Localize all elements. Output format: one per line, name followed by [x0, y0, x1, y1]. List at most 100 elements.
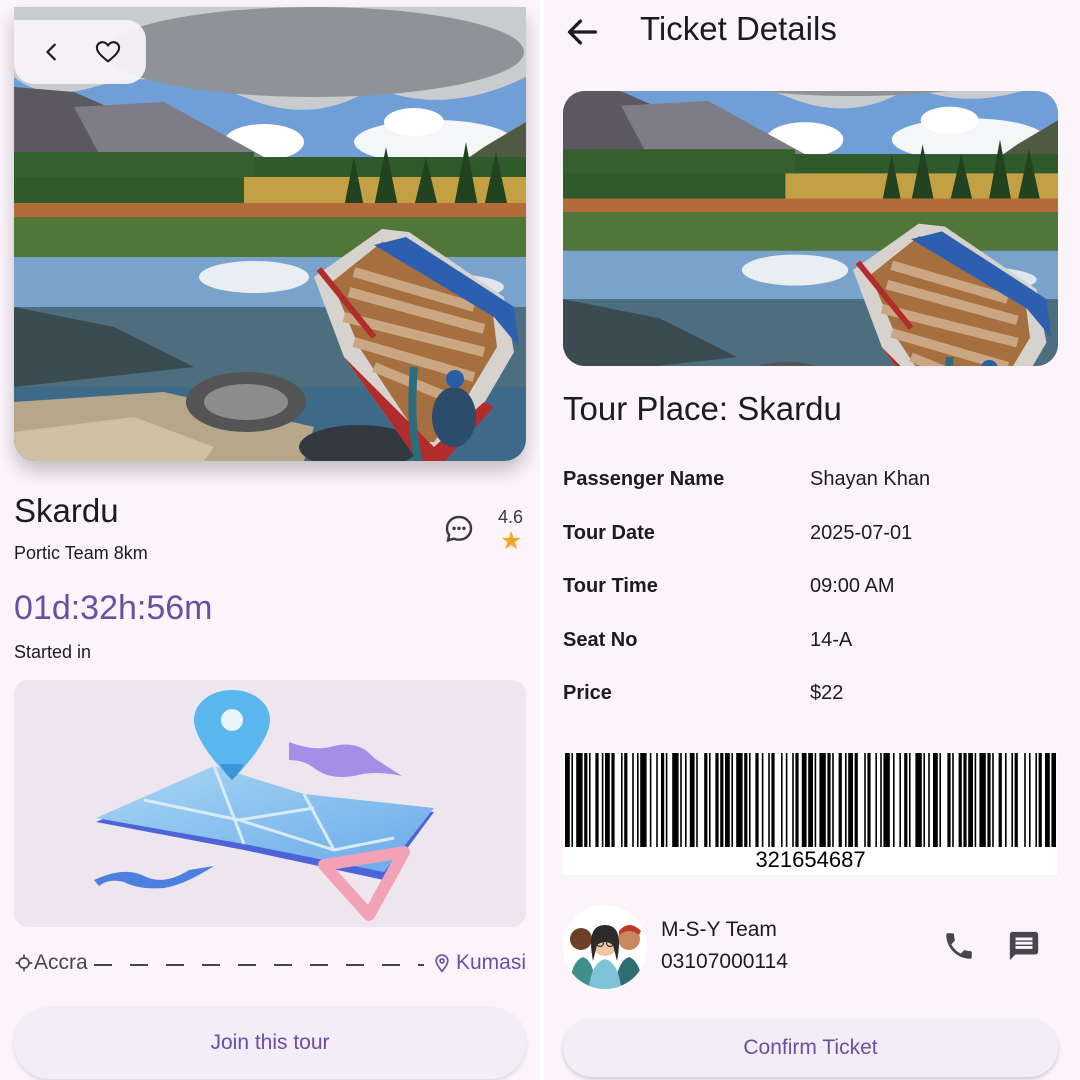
lake-boat-photo: [563, 91, 1058, 366]
barcode-bar: [696, 753, 698, 847]
detail-value: Shayan Khan: [810, 468, 931, 490]
route-origin: Accra: [14, 951, 88, 975]
route-destination: Kumasi: [432, 951, 526, 975]
join-tour-button[interactable]: Join this tour: [14, 1007, 526, 1079]
favorite-button[interactable]: [88, 32, 128, 72]
barcode-bar: [968, 753, 973, 847]
barcode-bar: [899, 753, 901, 847]
barcode-bar: [801, 753, 807, 847]
started-label: Started in: [14, 642, 92, 662]
barcode-bar: [601, 753, 604, 847]
barcode-bar: [731, 753, 733, 847]
tour-subtitle: Portic Team 8km: [14, 543, 148, 563]
barcode-bar: [576, 753, 583, 847]
barcode-bar: [998, 753, 1002, 847]
message-button[interactable]: [1007, 929, 1041, 963]
rating-value: 4.6: [498, 507, 524, 527]
barcode-bar: [785, 753, 788, 847]
detail-label: Price: [563, 682, 612, 704]
barcode-bar: [744, 753, 748, 847]
ticket-image: [563, 91, 1058, 366]
barcode-bar: [768, 753, 770, 847]
barcode-bar: [893, 753, 895, 847]
barcode-bar: [611, 753, 615, 847]
detail-label: Tour Time: [563, 575, 658, 597]
barcode-bar: [819, 753, 826, 847]
barcode-bar: [672, 753, 679, 847]
barcode-bar: [565, 753, 570, 847]
barcode-bar: [880, 753, 882, 847]
message-icon: [1009, 931, 1039, 961]
barcode-bar: [838, 753, 842, 847]
barcode-bar: [808, 753, 813, 847]
barcode-bar: [933, 753, 938, 847]
detail-row-passenger: Passenger Name Shayan Khan: [563, 456, 1053, 510]
barcode-bar: [649, 753, 652, 847]
barcode-bar: [963, 753, 967, 847]
detail-row-seat: Seat No 14-A: [563, 617, 1053, 671]
ticket-barcode: 321654687: [563, 753, 1058, 875]
barcode-bar: [1038, 753, 1042, 847]
back-arrow-icon: [567, 19, 597, 45]
barcode-bar: [1045, 753, 1050, 847]
call-button[interactable]: [942, 929, 976, 963]
detail-row-date: Tour Date 2025-07-01: [563, 510, 1053, 564]
barcode-bar: [958, 753, 962, 847]
barcode-bar: [1014, 753, 1018, 847]
confirm-ticket-button[interactable]: Confirm Ticket: [563, 1019, 1058, 1077]
barcode-bar: [974, 753, 977, 847]
barcode-bar: [1024, 753, 1026, 847]
barcode-bar: [1011, 753, 1013, 847]
barcode-bar: [736, 753, 743, 847]
detail-value: 2025-07-01: [810, 521, 913, 544]
barcode-bar: [665, 753, 668, 847]
barcode-bar: [795, 753, 799, 847]
back-button[interactable]: [562, 12, 602, 52]
barcode-bar: [621, 753, 623, 847]
back-button[interactable]: [32, 32, 72, 72]
barcode-bar: [832, 753, 834, 847]
barcode-bar: [595, 753, 599, 847]
team-name: M-S-Y Team: [661, 918, 777, 941]
barcode-bar: [864, 753, 866, 847]
barcode-bar: [605, 753, 610, 847]
detail-label: Tour Date: [563, 521, 655, 544]
tour-title: Skardu: [14, 492, 119, 529]
barcode-bar: [854, 753, 858, 847]
chat-button[interactable]: [443, 513, 475, 545]
barcode-bar: [749, 753, 751, 847]
barcode-bar: [715, 753, 719, 847]
barcode-bar: [1005, 753, 1007, 847]
barcode-bar: [725, 753, 730, 847]
barcode-bar: [875, 753, 877, 847]
barcode-bar: [771, 753, 775, 847]
barcode-bar: [624, 753, 628, 847]
team-avatar-illustration: [563, 905, 647, 989]
barcode-bar: [915, 753, 922, 847]
barcode-bars: [565, 753, 1056, 847]
barcode-bar: [792, 753, 794, 847]
barcode-bar: [680, 753, 682, 847]
barcode-bar: [979, 753, 986, 847]
barcode-bar: [589, 753, 591, 847]
barcode-bar: [867, 753, 871, 847]
barcode-bar: [909, 753, 911, 847]
route-dashed-line: [94, 964, 424, 966]
barcode-bar: [689, 753, 695, 847]
route-bar: Accra Kumasi: [14, 951, 526, 979]
barcode-bar: [571, 753, 573, 847]
chat-bubble-icon: [445, 515, 473, 543]
map-illustration: [94, 690, 434, 921]
my-location-icon: [15, 954, 33, 972]
barcode-bar: [845, 753, 847, 847]
barcode-bar: [755, 753, 759, 847]
detail-label: Seat No: [563, 628, 638, 651]
barcode-bar: [947, 753, 951, 847]
barcode-bar: [656, 753, 658, 847]
barcode-bar: [704, 753, 708, 847]
route-destination-label: Kumasi: [455, 951, 526, 974]
tour-place-title: Tour Place: Skardu: [563, 390, 842, 427]
barcode-number: 321654687: [755, 847, 866, 872]
barcode-bar: [939, 753, 941, 847]
barcode-bar: [987, 753, 991, 847]
